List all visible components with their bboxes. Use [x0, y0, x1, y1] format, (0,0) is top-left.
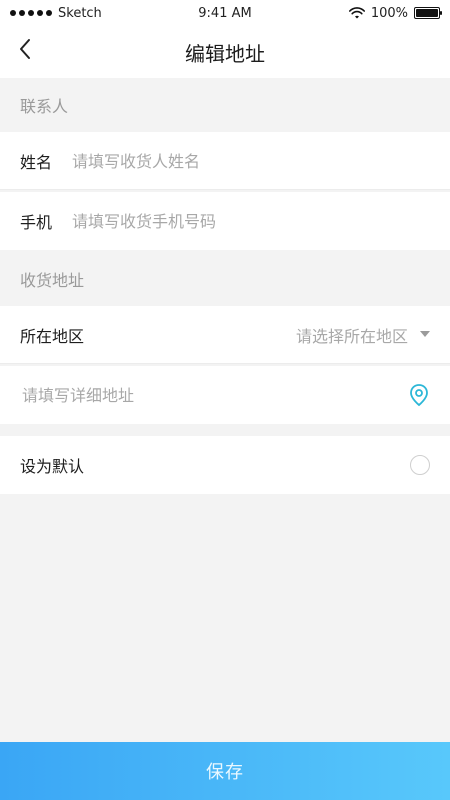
status-bar: Sketch 9:41 AM 100% [0, 0, 450, 26]
region-label: 所在地区 [20, 327, 85, 346]
edit-address-screen: Sketch 9:41 AM 100% 编辑地址 联系人 姓名 请填写收货人姓名… [0, 0, 450, 800]
status-right: 100% [348, 5, 442, 21]
battery-percentage: 100% [370, 5, 408, 21]
back-button[interactable] [12, 35, 40, 63]
name-input[interactable] [70, 150, 405, 172]
carrier-label: Sketch [58, 5, 102, 21]
wifi-icon [348, 7, 365, 19]
save-button[interactable]: 保存 [0, 742, 450, 800]
status-left: Sketch [10, 6, 102, 21]
section-header-contact: 联系人 [0, 78, 450, 132]
signal-dots-icon [10, 10, 52, 16]
phone-label: 手机 [20, 213, 53, 232]
set-default-label: 设为默认 [20, 457, 85, 476]
detail-address-input[interactable] [20, 384, 354, 406]
section-header-address: 收货地址 [0, 252, 450, 306]
phone-input[interactable] [70, 210, 405, 232]
battery-icon [414, 7, 442, 19]
name-row: 姓名 [0, 132, 450, 190]
chevron-left-icon [20, 39, 30, 59]
page-title: 编辑地址 [185, 41, 265, 66]
location-pin-icon[interactable] [408, 383, 430, 407]
region-placeholder: 请选择所在地区 [295, 327, 408, 346]
navigation-bar: 编辑地址 [0, 26, 450, 78]
name-label: 姓名 [20, 153, 53, 172]
set-default-row[interactable]: 设为默认 [0, 436, 450, 494]
phone-row: 手机 [0, 192, 450, 250]
detail-address-row [0, 366, 450, 424]
region-row[interactable]: 所在地区 请选择所在地区 [0, 306, 450, 364]
triangle-down-icon [420, 331, 430, 337]
region-selector[interactable]: 请选择所在地区 [296, 323, 430, 347]
set-default-radio[interactable] [410, 455, 430, 475]
